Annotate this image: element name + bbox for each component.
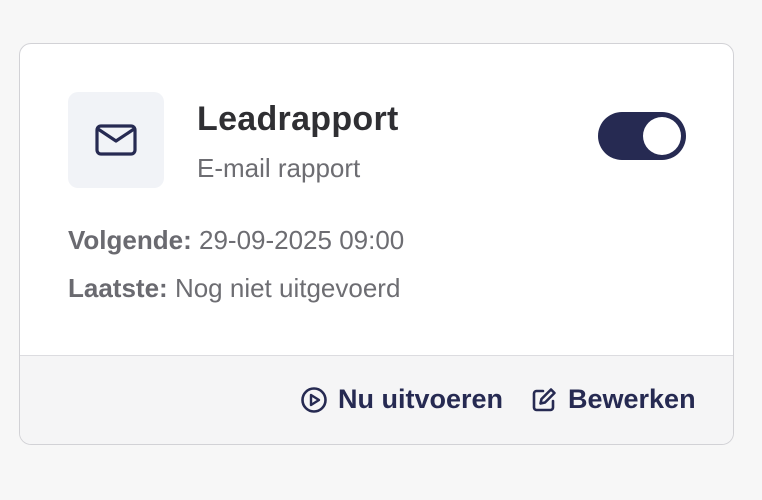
last-run-line: Laatste: Nog niet uitgevoerd xyxy=(68,273,400,304)
card-body: Leadrapport E-mail rapport Volgende: 29-… xyxy=(20,44,733,357)
last-run-value: Nog niet uitgevoerd xyxy=(174,273,401,303)
report-card: Leadrapport E-mail rapport Volgende: 29-… xyxy=(19,43,734,445)
next-run-line: Volgende: 29-09-2025 09:00 xyxy=(68,225,404,256)
envelope-icon xyxy=(95,124,137,156)
toggle-knob xyxy=(643,117,681,155)
play-circle-icon xyxy=(301,386,327,413)
edit-icon xyxy=(532,387,556,411)
card-footer: Nu uitvoeren Bewerken xyxy=(20,355,733,444)
run-now-label: Nu uitvoeren xyxy=(338,384,504,414)
active-toggle[interactable] xyxy=(598,112,686,160)
edit-label: Bewerken xyxy=(568,384,696,414)
run-now-button[interactable]: Nu uitvoeren xyxy=(300,384,503,415)
edit-button[interactable]: Bewerken xyxy=(530,384,696,415)
report-type-icon-box xyxy=(68,92,164,188)
report-subtitle: E-mail rapport xyxy=(197,153,361,183)
last-run-label: Laatste: xyxy=(68,273,168,303)
next-run-label: Volgende: xyxy=(68,225,192,255)
report-title: Leadrapport xyxy=(197,100,399,138)
next-run-value: 29-09-2025 09:00 xyxy=(198,225,405,255)
